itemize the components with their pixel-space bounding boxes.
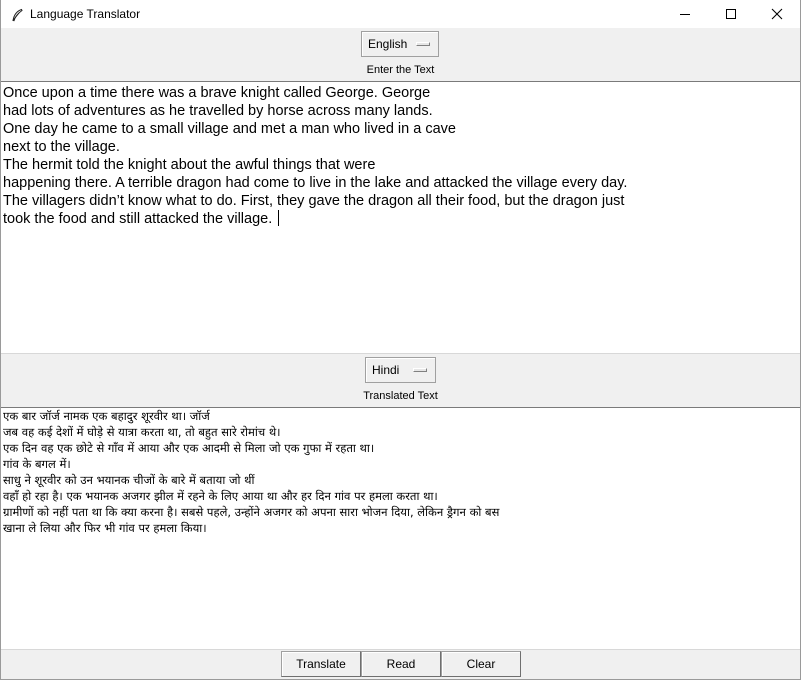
source-language-dropdown[interactable]: English [361,31,439,57]
text-line: एक दिन वह एक छोटे से गाँव में आया और एक … [3,441,375,455]
text-line: next to the village. [3,139,120,155]
source-caption: Enter the Text [366,64,435,76]
target-language-label: Hindi [372,363,400,377]
text-line: वहाँ हो रहा है। एक भयानक अजगर झील में रह… [3,489,438,503]
clear-button[interactable]: Clear [441,651,521,677]
window-title: Language Translator [30,7,141,21]
source-text-area[interactable]: Once upon a time there was a brave knigh… [1,81,800,354]
text-line: took the food and still attacked the vil… [3,210,800,228]
text-line: Once upon a time there was a brave knigh… [3,85,431,101]
source-language-label: English [368,37,408,51]
app-window: Language Translator English Enter the Te… [0,0,801,680]
read-button[interactable]: Read [361,651,441,677]
dropdown-indicator-icon [416,42,430,46]
target-caption: Translated Text [363,390,438,402]
text-line: had lots of adventures as he travelled b… [3,103,433,119]
translated-text-area[interactable]: एक बार जॉर्ज नामक एक बहादुर शूरवीर था। ज… [1,407,800,650]
text-line: साधु ने शूरवीर को उन भयानक चीजों के बारे… [3,473,255,487]
text-line: The hermit told the knight about the awf… [3,157,376,173]
text-line: ग्रामीणों को नहीं पता था कि क्या करना है… [3,505,500,519]
target-language-dropdown[interactable]: Hindi [365,357,436,383]
text-line: The villagers didn’t know what to do. Fi… [3,193,625,209]
text-line: एक बार जॉर्ज नामक एक बहादुर शूरवीर था। ज… [3,409,210,423]
text-line: जब वह कई देशों में घोड़े से यात्रा करता … [3,425,281,439]
source-text-content: Once upon a time there was a brave knigh… [1,82,800,228]
title-bar: Language Translator [1,0,800,28]
maximize-button[interactable] [708,0,754,28]
text-line: खाना ले लिया और फिर भी गांव पर हमला किया… [3,521,207,535]
dropdown-indicator-icon [413,368,427,372]
text-line: One day he came to a small village and m… [3,121,456,137]
text-line: happening there. A terrible dragon had c… [3,175,628,191]
close-button[interactable] [754,0,800,28]
text-line: गांव के बगल में। [3,457,71,471]
feather-icon [10,7,24,22]
translate-button[interactable]: Translate [281,651,361,677]
minimize-button[interactable] [662,0,708,28]
minimize-icon [680,14,690,15]
close-icon [771,8,783,20]
maximize-icon [726,9,736,19]
text-cursor [278,210,280,226]
translated-text-content: एक बार जॉर्ज नामक एक बहादुर शूरवीर था। ज… [1,408,800,536]
